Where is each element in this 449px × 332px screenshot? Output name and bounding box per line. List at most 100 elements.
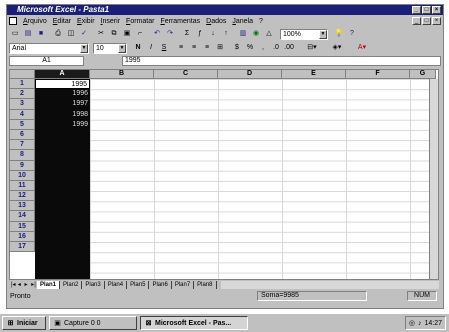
borders-icon[interactable]: ⊟▾ — [300, 42, 324, 54]
next-sheet-icon[interactable]: ▸ — [25, 281, 31, 288]
empty-cells[interactable] — [90, 79, 438, 279]
row-header[interactable]: 1 — [10, 79, 35, 90]
map-icon[interactable]: ◉ — [250, 28, 262, 40]
chart-wizard-icon[interactable]: ▥ — [237, 28, 249, 40]
paste-icon[interactable]: ▣ — [121, 28, 133, 40]
doc-minimize-button[interactable]: _ — [412, 17, 421, 25]
column-header-b[interactable]: B — [90, 70, 154, 79]
close-button[interactable]: × — [432, 6, 441, 14]
underline-icon[interactable]: S — [158, 42, 170, 54]
sheet-tab-plan1[interactable]: Plan1 — [37, 280, 61, 289]
row-header[interactable]: 13 — [10, 201, 35, 212]
save-icon[interactable]: ■ — [35, 28, 47, 40]
sort-asc-icon[interactable]: ↓ — [207, 28, 219, 40]
horizontal-scrollbar[interactable] — [220, 280, 439, 289]
cell-a4[interactable]: 1998 — [35, 110, 90, 120]
merge-center-icon[interactable]: ⊞ — [214, 42, 226, 54]
chevron-down-icon[interactable]: ▼ — [118, 43, 126, 53]
bold-icon[interactable]: N — [132, 42, 144, 54]
row-header[interactable]: 14 — [10, 211, 35, 222]
copy-icon[interactable]: ⧉ — [108, 28, 120, 40]
column-header-c[interactable]: C — [154, 70, 218, 79]
row-header[interactable]: 2 — [10, 89, 35, 100]
autosum-icon[interactable]: Σ — [181, 28, 193, 40]
select-all-button[interactable] — [10, 70, 35, 79]
row-header[interactable]: 15 — [10, 221, 35, 232]
cut-icon[interactable]: ✂ — [95, 28, 107, 40]
sheet-tab-plan3[interactable]: Plan3 — [82, 280, 105, 289]
menu-arquivo[interactable]: Arquivo — [23, 18, 47, 25]
menu-exibir[interactable]: Exibir — [77, 18, 95, 25]
menu-formatar[interactable]: Formatar — [126, 18, 154, 25]
preview-icon[interactable]: ◫ — [65, 28, 77, 40]
row-header[interactable]: 16 — [10, 231, 35, 242]
sheet-tab-plan5[interactable]: Plan5 — [127, 280, 150, 289]
format-painter-icon[interactable]: ⌐ — [134, 28, 146, 40]
percent-icon[interactable]: % — [244, 42, 256, 54]
formula-input[interactable]: 1995 — [122, 56, 441, 66]
row-header[interactable]: 3 — [10, 99, 35, 110]
sheet-tab-plan6[interactable]: Plan6 — [149, 280, 172, 289]
function-icon[interactable]: ƒ — [194, 28, 206, 40]
document-icon[interactable] — [9, 17, 17, 25]
sheet-tab-plan7[interactable]: Plan7 — [172, 280, 195, 289]
sort-desc-icon[interactable]: ↑ — [220, 28, 232, 40]
menu-help[interactable]: ? — [259, 18, 263, 25]
doc-restore-button[interactable]: □ — [422, 17, 431, 25]
menu-dados[interactable]: Dados — [206, 18, 226, 25]
redo-icon[interactable]: ↷ — [164, 28, 176, 40]
font-size-select[interactable]: 10 ▼ — [93, 42, 127, 54]
worksheet-grid[interactable]: A B C D E F G 1 2 3 4 5 6 7 8 9 10 11 12… — [9, 69, 439, 280]
menu-ferramentas[interactable]: Ferramentas — [160, 18, 200, 25]
zoom-select[interactable]: 100% ▼ — [280, 28, 328, 40]
prev-sheet-icon[interactable]: ◂ — [18, 281, 24, 288]
spell-icon[interactable]: ✓ — [78, 28, 90, 40]
drawing-icon[interactable]: △ — [263, 28, 275, 40]
open-icon[interactable]: ▤ — [22, 28, 34, 40]
cell-a1[interactable]: 1995 — [35, 79, 90, 90]
tip-wizard-icon[interactable]: 💡 — [333, 28, 345, 40]
minimize-button[interactable]: _ — [412, 6, 421, 14]
column-header-a[interactable]: A — [35, 70, 90, 79]
print-icon[interactable]: ⎙ — [52, 28, 64, 40]
row-header[interactable]: 9 — [10, 160, 35, 171]
font-select[interactable]: Arial ▼ — [9, 42, 89, 54]
sheet-tab-plan2[interactable]: Plan2 — [60, 280, 83, 289]
row-header[interactable]: 11 — [10, 180, 35, 192]
menu-janela[interactable]: Janela — [232, 18, 253, 25]
cell-a2[interactable]: 1996 — [35, 89, 90, 99]
currency-icon[interactable]: $ — [231, 42, 243, 54]
chevron-down-icon[interactable]: ▼ — [319, 29, 327, 39]
increase-decimal-icon[interactable]: .0 — [270, 42, 282, 54]
row-header[interactable]: 4 — [10, 109, 35, 120]
row-header[interactable]: 6 — [10, 129, 35, 141]
row-header[interactable]: 17 — [10, 242, 35, 253]
align-right-icon[interactable]: ≡ — [201, 42, 213, 54]
vertical-scrollbar[interactable] — [429, 79, 438, 279]
align-left-icon[interactable]: ≡ — [175, 42, 187, 54]
sheet-tab-plan8[interactable]: Plan8 — [194, 280, 217, 289]
column-header-d[interactable]: D — [218, 70, 282, 79]
font-color-icon[interactable]: A▾ — [350, 42, 374, 54]
name-box[interactable]: A1 — [9, 56, 84, 66]
cell-a3[interactable]: 1997 — [35, 99, 90, 109]
cell-a5[interactable]: 1999 — [35, 120, 90, 130]
decrease-decimal-icon[interactable]: .00 — [283, 42, 295, 54]
thousands-icon[interactable]: , — [257, 42, 269, 54]
taskbar-excel-button[interactable]: ⊠ Microsoft Excel - Pas... — [140, 316, 248, 330]
column-header-g[interactable]: G — [410, 70, 436, 79]
sheet-tab-plan4[interactable]: Plan4 — [105, 280, 128, 289]
column-header-f[interactable]: F — [346, 70, 410, 79]
taskbar-capture-button[interactable]: ▣ Capture 0 0 — [49, 316, 137, 330]
start-button[interactable]: ⊞ Iniciar — [2, 316, 46, 330]
first-sheet-icon[interactable]: |◂ — [11, 281, 17, 288]
clock[interactable]: 14:27 — [424, 320, 442, 327]
align-center-icon[interactable]: ≡ — [188, 42, 200, 54]
doc-close-button[interactable]: × — [432, 17, 441, 25]
row-header[interactable]: 12 — [10, 191, 35, 202]
row-header[interactable]: 8 — [10, 150, 35, 161]
row-header[interactable]: 5 — [10, 119, 35, 130]
menu-editar[interactable]: Editar — [53, 18, 71, 25]
menu-inserir[interactable]: Inserir — [101, 18, 120, 25]
chevron-down-icon[interactable]: ▼ — [80, 43, 88, 53]
